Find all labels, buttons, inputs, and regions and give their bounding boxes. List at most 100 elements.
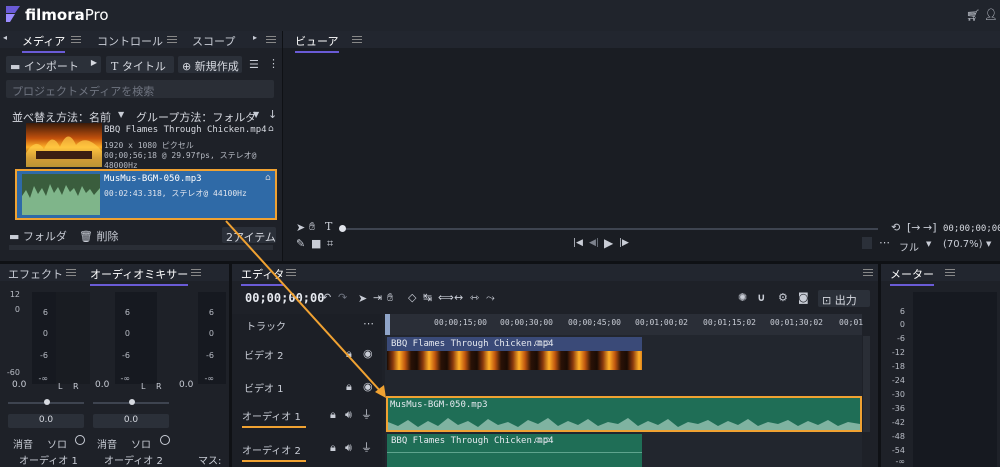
- step-back-icon[interactable]: ◀|: [589, 239, 599, 248]
- tab-audio-mixer[interactable]: オーディオミキサー: [90, 266, 189, 286]
- pan-knob-ch2[interactable]: [129, 399, 135, 405]
- magnet-icon[interactable]: ∪: [757, 292, 766, 303]
- import-button[interactable]: ▬ インポート ▶: [6, 56, 101, 73]
- select-tool-icon[interactable]: ➤: [358, 293, 367, 304]
- play-icon[interactable]: ▶: [604, 237, 613, 249]
- panel-menu-icon[interactable]: [266, 36, 276, 43]
- settings-icon[interactable]: ⚙: [778, 292, 788, 303]
- camera-icon[interactable]: ◙: [798, 292, 809, 303]
- track-select-icon[interactable]: ⇥: [373, 292, 382, 303]
- editor-timecode[interactable]: 00;00;00;00: [245, 291, 324, 305]
- loop-icon[interactable]: ⟲: [891, 222, 900, 233]
- tab-scroll-left-icon[interactable]: ◂: [3, 34, 7, 42]
- clip-audio1[interactable]: MusMus-BGM-050.mp3: [386, 396, 862, 432]
- clip-audio2[interactable]: BBQ Flames Through Chicken.mp4 ⊂⊃: [387, 434, 642, 467]
- resolution-dropdown[interactable]: フル: [899, 239, 919, 254]
- sort-order-icon[interactable]: ↓: [268, 109, 277, 120]
- tab-control[interactable]: コントロール: [97, 33, 163, 49]
- eye-icon[interactable]: ◉: [363, 348, 373, 359]
- pan-knob-ch1[interactable]: [44, 399, 50, 405]
- tab-editor[interactable]: エディタ: [241, 266, 285, 286]
- sort-chevron-down-icon[interactable]: ▼: [118, 111, 124, 119]
- mixer-level-master[interactable]: 0.0: [179, 380, 193, 390]
- tab-scope[interactable]: スコープ: [192, 33, 235, 49]
- group-chevron-down-icon[interactable]: ▼: [253, 111, 259, 119]
- mixer-level-ch1[interactable]: 0.0: [12, 380, 26, 390]
- folder-button[interactable]: ▬ フォルダ: [9, 228, 67, 244]
- crop-icon[interactable]: ⌗: [327, 238, 333, 249]
- solo-button-ch1[interactable]: ソロ: [47, 436, 67, 451]
- waveform-icon[interactable]: ⏚: [361, 442, 372, 453]
- tab-mixer-menu-icon[interactable]: [191, 269, 201, 276]
- editor-tab-menu-icon[interactable]: [286, 269, 296, 276]
- more-vertical-icon[interactable]: ⋮: [268, 58, 279, 69]
- rate-stretch-icon[interactable]: ⤳: [486, 292, 495, 303]
- media-item-selected[interactable]: MusMus-BGM-050.mp3 00:02:43.318, ステレオ@ 4…: [15, 169, 277, 220]
- editor-panel-menu-icon[interactable]: [863, 269, 873, 276]
- pointer-icon[interactable]: ➤: [296, 222, 305, 233]
- tab-scroll-right-icon[interactable]: ▸: [253, 34, 257, 42]
- speaker-icon[interactable]: 🔊︎: [345, 409, 352, 420]
- slip-icon[interactable]: ↔: [454, 292, 463, 303]
- tab-media-menu-icon[interactable]: [71, 36, 81, 43]
- mask-icon[interactable]: ■: [311, 238, 321, 249]
- speaker-icon[interactable]: 🔊︎: [345, 442, 352, 453]
- razor-icon[interactable]: ◇: [408, 292, 416, 303]
- undo-icon[interactable]: ↶: [322, 292, 331, 303]
- zoom-dropdown[interactable]: (70.7%): [943, 239, 983, 250]
- hand-tool-icon[interactable]: ✋︎: [387, 292, 393, 303]
- mute-button-ch2[interactable]: 消音: [97, 436, 117, 451]
- playhead-dot[interactable]: [339, 225, 346, 232]
- mute-button-ch1[interactable]: 消音: [13, 436, 33, 451]
- redo-icon[interactable]: ↷: [338, 292, 347, 303]
- mark-in-icon[interactable]: [→: [907, 222, 921, 233]
- hand-icon[interactable]: ✋︎: [309, 221, 315, 232]
- tab-control-menu-icon[interactable]: [167, 36, 177, 43]
- timeline-scrollbar[interactable]: [863, 336, 870, 432]
- title-button[interactable]: T タイトル: [106, 56, 174, 73]
- quality-toggle[interactable]: [862, 237, 872, 249]
- tab-effects[interactable]: エフェクト: [8, 266, 63, 282]
- tab-effects-menu-icon[interactable]: [66, 269, 76, 276]
- cart-icon[interactable]: 🛒︎: [966, 10, 980, 21]
- delete-button[interactable]: 🗑︎ 削除: [79, 228, 118, 244]
- ripple-icon[interactable]: ↹: [423, 292, 432, 303]
- tab-meter[interactable]: メーター: [890, 266, 934, 286]
- roll-icon[interactable]: ⟺: [438, 292, 454, 303]
- zoom-chevron-icon[interactable]: ▼: [986, 241, 991, 248]
- media-scrollbar[interactable]: [9, 245, 273, 250]
- slide-icon[interactable]: ⇿: [470, 292, 479, 303]
- list-view-icon[interactable]: ☰: [249, 59, 259, 70]
- pin-icon[interactable]: ⌂: [265, 174, 271, 183]
- export-button[interactable]: ⊡ 出力: [818, 290, 870, 307]
- mark-out-icon[interactable]: →]: [923, 222, 937, 233]
- lock-icon[interactable]: 🔒︎: [346, 348, 352, 359]
- mixer-level-ch2[interactable]: 0.0: [95, 380, 109, 390]
- lock-icon[interactable]: 🔒︎: [330, 442, 336, 453]
- record-icon[interactable]: [160, 435, 170, 445]
- media-item[interactable]: BBQ Flames Through Chicken.mp4 1920 x 10…: [6, 123, 276, 171]
- viewer-scrubber[interactable]: [342, 228, 878, 230]
- pen-icon[interactable]: ✎: [296, 238, 305, 249]
- meter-menu-icon[interactable]: [945, 269, 955, 276]
- waveform-icon[interactable]: ⏚: [361, 409, 372, 420]
- new-button[interactable]: ⊕ 新規作成: [178, 56, 242, 73]
- eye-icon[interactable]: ◉: [363, 381, 373, 392]
- clip-video2[interactable]: BBQ Flames Through Chicken.mp4 ⊂⊃: [387, 337, 642, 370]
- record-icon[interactable]: [75, 435, 85, 445]
- viewer-menu-icon[interactable]: [352, 36, 362, 43]
- media-search-input[interactable]: プロジェクトメディアを検索: [6, 80, 274, 98]
- tab-media[interactable]: メディア: [22, 33, 66, 53]
- go-start-icon[interactable]: |◀: [573, 239, 583, 248]
- pan-value-ch2[interactable]: 0.0: [93, 414, 169, 428]
- lock-icon[interactable]: 🔒︎: [346, 381, 352, 392]
- pan-value-ch1[interactable]: 0.0: [8, 414, 84, 428]
- tab-viewer[interactable]: ビューア: [295, 33, 339, 53]
- track-more-icon[interactable]: ⋯: [363, 318, 374, 329]
- solo-button-ch2[interactable]: ソロ: [131, 436, 151, 451]
- user-icon[interactable]: 👤︎: [984, 9, 998, 20]
- pin-icon[interactable]: ⌂: [268, 125, 274, 134]
- more-horizontal-icon[interactable]: ⋯: [879, 237, 890, 248]
- effects-sparkle-icon[interactable]: ✺: [738, 292, 747, 303]
- lock-icon[interactable]: 🔒︎: [330, 409, 336, 420]
